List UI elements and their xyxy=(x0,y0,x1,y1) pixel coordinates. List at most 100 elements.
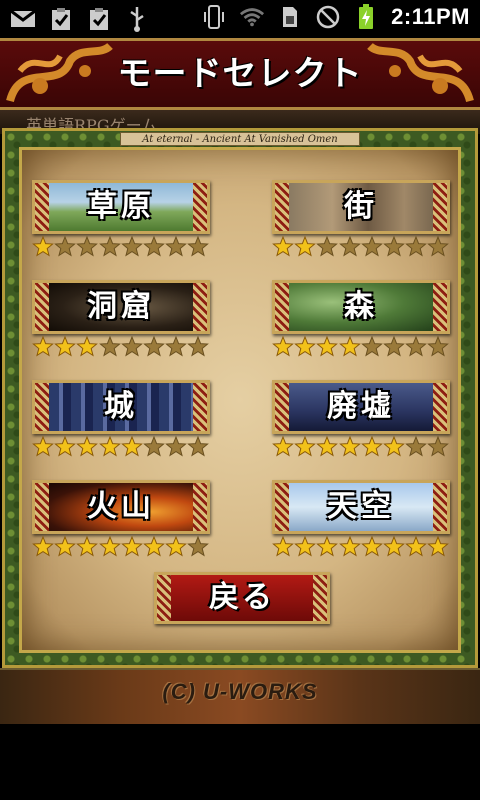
mode-plate[interactable]: 森 xyxy=(272,280,450,334)
mode-label: 城 xyxy=(104,389,138,424)
star-filled-icon xyxy=(338,436,361,457)
star-filled-icon xyxy=(316,436,339,457)
star-empty-icon xyxy=(383,236,405,257)
star-filled-icon xyxy=(405,536,428,557)
clipboard-check-icon xyxy=(86,6,112,32)
star-rating xyxy=(272,536,450,560)
star-rating xyxy=(32,336,210,360)
back-button[interactable]: 戻る xyxy=(154,572,330,624)
star-filled-icon xyxy=(54,536,77,557)
star-empty-icon xyxy=(405,236,428,257)
clipboard-check-icon xyxy=(48,6,74,32)
star-empty-icon xyxy=(383,336,405,357)
star-filled-icon xyxy=(316,336,339,357)
mode-plate[interactable]: 城 xyxy=(32,380,210,434)
star-filled-icon xyxy=(32,436,54,457)
star-rating xyxy=(32,236,210,260)
star-empty-icon xyxy=(338,236,361,257)
star-rating xyxy=(32,536,210,560)
mode-plate[interactable]: 火山 xyxy=(32,480,210,534)
star-empty-icon xyxy=(316,236,339,257)
star-empty-icon xyxy=(54,236,77,257)
mode-button-ruins[interactable]: 廃墟 xyxy=(272,380,450,466)
star-empty-icon xyxy=(165,336,188,357)
plate-ornament xyxy=(433,383,447,431)
plate-ornament xyxy=(193,283,207,331)
plate-ornament xyxy=(35,183,49,231)
star-filled-icon xyxy=(427,536,450,557)
star-filled-icon xyxy=(360,436,383,457)
mode-label: 街 xyxy=(344,189,378,224)
plate-ornament xyxy=(35,483,49,531)
mode-plate[interactable]: 廃墟 xyxy=(272,380,450,434)
mode-button-forest[interactable]: 森 xyxy=(272,280,450,366)
back-button-label: 戻る xyxy=(209,580,275,615)
star-empty-icon xyxy=(187,536,210,557)
vibrate-icon xyxy=(201,4,227,30)
star-empty-icon xyxy=(143,236,165,257)
star-filled-icon xyxy=(76,436,99,457)
star-empty-icon xyxy=(165,236,188,257)
mode-button-town[interactable]: 街 xyxy=(272,180,450,266)
star-empty-icon xyxy=(98,336,121,357)
star-empty-icon xyxy=(187,436,210,457)
star-filled-icon xyxy=(272,536,294,557)
mode-plate[interactable]: 街 xyxy=(272,180,450,234)
star-rating xyxy=(272,236,450,260)
star-empty-icon xyxy=(165,436,188,457)
battery-charging-icon xyxy=(353,4,379,30)
mode-button-cave[interactable]: 洞窟 xyxy=(32,280,210,366)
star-empty-icon xyxy=(98,236,121,257)
star-filled-icon xyxy=(383,536,405,557)
star-filled-icon xyxy=(143,536,165,557)
star-filled-icon xyxy=(98,536,121,557)
mode-label: 火山 xyxy=(87,489,155,524)
plate-ornament xyxy=(193,183,207,231)
mode-button-castle[interactable]: 城 xyxy=(32,380,210,466)
plate-ornament xyxy=(193,383,207,431)
star-rating xyxy=(272,436,450,460)
mode-label: 洞窟 xyxy=(87,289,155,324)
star-empty-icon xyxy=(120,236,143,257)
status-left-icons xyxy=(10,6,150,32)
star-empty-icon xyxy=(427,336,450,357)
star-filled-icon xyxy=(98,436,121,457)
plate-ornament xyxy=(433,483,447,531)
star-filled-icon xyxy=(272,336,294,357)
plate-ornament xyxy=(275,183,289,231)
title-banner: モードセレクト xyxy=(0,38,480,110)
star-filled-icon xyxy=(338,336,361,357)
empty-area xyxy=(0,724,480,800)
star-filled-icon xyxy=(32,536,54,557)
page-title: モードセレクト xyxy=(117,54,363,94)
main-frame: 草原 街 洞窟 森 城 廃墟 火山 天空 戻る xyxy=(2,128,478,668)
star-filled-icon xyxy=(294,536,317,557)
star-empty-icon xyxy=(427,436,450,457)
sim-icon xyxy=(277,4,303,30)
copyright-text: (C) U-WORKS xyxy=(162,679,318,704)
plate-ornament xyxy=(433,283,447,331)
no-signal-icon xyxy=(315,4,341,30)
mode-button-grassland[interactable]: 草原 xyxy=(32,180,210,266)
game-tagline: At eternal - Ancient At Vanished Omen xyxy=(120,132,360,146)
plate-ornament xyxy=(193,483,207,531)
mode-button-volcano[interactable]: 火山 xyxy=(32,480,210,566)
plate-ornament xyxy=(433,183,447,231)
mode-button-sky[interactable]: 天空 xyxy=(272,480,450,566)
plate-ornament xyxy=(275,283,289,331)
star-filled-icon xyxy=(316,536,339,557)
star-filled-icon xyxy=(120,436,143,457)
star-rating xyxy=(32,436,210,460)
mode-plate[interactable]: 草原 xyxy=(32,180,210,234)
wifi-icon xyxy=(239,4,265,30)
mode-plate[interactable]: 天空 xyxy=(272,480,450,534)
star-filled-icon xyxy=(294,336,317,357)
plate-ornament xyxy=(35,383,49,431)
plate-ornament xyxy=(275,383,289,431)
star-filled-icon xyxy=(338,536,361,557)
star-filled-icon xyxy=(76,536,99,557)
status-bar: 2:11PM xyxy=(0,0,480,38)
star-empty-icon xyxy=(143,336,165,357)
star-empty-icon xyxy=(187,236,210,257)
mode-plate[interactable]: 洞窟 xyxy=(32,280,210,334)
